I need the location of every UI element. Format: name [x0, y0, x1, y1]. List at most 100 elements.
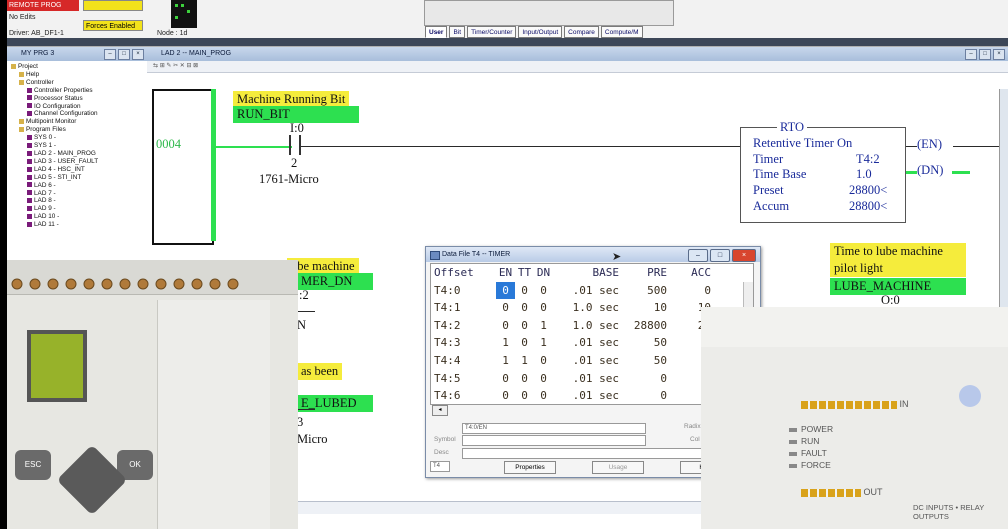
close-icon[interactable]: × [132, 49, 144, 60]
tree-node-icon [27, 206, 32, 212]
output-description-line1: Time to lube machine [834, 244, 943, 258]
table-cell[interactable]: 1 [534, 334, 553, 352]
table-cell[interactable]: 1.0 sec [553, 317, 619, 335]
table-cell[interactable]: T4:6 [431, 387, 496, 405]
tree-item[interactable]: LAD 7 - [11, 190, 147, 198]
tree-item[interactable]: Controller [11, 79, 147, 87]
tab-compare[interactable]: Compare [564, 26, 599, 38]
mode-dropdown-highlight[interactable] [83, 0, 143, 11]
table-cell[interactable]: T4:4 [431, 352, 496, 370]
tab-compute[interactable]: Compute/M [600, 26, 643, 38]
table-cell[interactable]: 0 [534, 387, 553, 405]
tree-item[interactable]: Channel Configuration [11, 110, 147, 118]
tree-item[interactable]: Project [11, 63, 147, 71]
table-cell[interactable]: 1 [496, 352, 515, 370]
table-cell[interactable]: 0 [496, 299, 515, 317]
table-cell[interactable]: 0 [534, 352, 553, 370]
table-cell[interactable]: 0 [515, 334, 534, 352]
table-cell[interactable]: 10 [619, 299, 667, 317]
tab-input-output[interactable]: Input/Output [518, 26, 563, 38]
table-cell[interactable]: 0 [534, 370, 553, 388]
table-cell[interactable]: .01 sec [553, 334, 619, 352]
table-cell[interactable]: 0 [515, 317, 534, 335]
table-cell[interactable]: .01 sec [553, 352, 619, 370]
table-cell[interactable]: 0 [515, 282, 534, 300]
table-cell[interactable]: 0 [496, 370, 515, 388]
table-cell[interactable]: 1 [515, 352, 534, 370]
tree-item[interactable]: Help [11, 71, 147, 79]
tree-item[interactable]: Multipoint Monitor [11, 118, 147, 126]
table-cell[interactable]: T4:5 [431, 370, 496, 388]
tree-item[interactable]: LAD 8 - [11, 197, 147, 205]
table-cell[interactable]: 0 [496, 387, 515, 405]
tab-timer-counter[interactable]: Timer/Counter [467, 26, 517, 38]
table-cell[interactable]: T4:0 [431, 282, 496, 300]
symbol-field[interactable] [462, 435, 646, 446]
table-cell[interactable]: T4:2 [431, 317, 496, 335]
table-cell[interactable]: 500 [619, 282, 667, 300]
table-cell[interactable]: 0 [515, 299, 534, 317]
table-cell[interactable]: 0 [534, 282, 553, 300]
tree-item[interactable]: LAD 9 - [11, 205, 147, 213]
tree-item[interactable]: IO Configuration [11, 103, 147, 111]
table-cell[interactable]: 1 [534, 317, 553, 335]
table-cell[interactable]: 0 [515, 370, 534, 388]
instruction-toolbar[interactable] [424, 0, 674, 26]
tree-item[interactable]: Program Files [11, 126, 147, 134]
table-cell[interactable]: 0 [534, 299, 553, 317]
tree-item[interactable]: LAD 11 - [11, 221, 147, 229]
scroll-left-icon[interactable]: ◂ [432, 405, 448, 416]
rto-instruction[interactable]: RTO Retentive Timer On Timer T4:2 Time B… [740, 120, 906, 223]
tree-item[interactable]: LAD 3 - USER_FAULT [11, 158, 147, 166]
table-cell[interactable]: 50 [619, 334, 667, 352]
maximize-icon[interactable]: □ [118, 49, 130, 60]
close-icon[interactable]: × [993, 49, 1005, 60]
table-cell[interactable]: T4:3 [431, 334, 496, 352]
table-cell[interactable]: 0 [667, 282, 715, 300]
tree-item[interactable]: Controller Properties [11, 87, 147, 95]
table-cell[interactable]: 0 [496, 281, 515, 300]
tree-item[interactable]: LAD 10 - [11, 213, 147, 221]
tree-item[interactable]: LAD 2 - MAIN_PROG [11, 150, 147, 158]
tree-item[interactable]: Processor Status [11, 95, 147, 103]
horizontal-scrollbar[interactable] [297, 501, 701, 514]
table-cell[interactable]: .01 sec [553, 387, 619, 405]
tree-item[interactable]: LAD 4 - HSC_INT [11, 166, 147, 174]
table-cell[interactable]: T4:1 [431, 299, 496, 317]
table-cell[interactable]: 0 [619, 370, 667, 388]
maximize-icon[interactable]: □ [710, 249, 730, 262]
rung-select-box[interactable] [152, 89, 214, 245]
table-cell[interactable]: 50 [619, 352, 667, 370]
ladder-toolbar[interactable]: ⇆ ⊞ ✎ ✂ ✕ ⊟ ⊠ [147, 61, 1008, 73]
dialog-title: Data File T4 -- TIMER [442, 251, 511, 258]
tree-item[interactable]: SYS 0 - [11, 134, 147, 142]
tree-item[interactable]: SYS 1 - [11, 142, 147, 150]
forces-status[interactable]: Forces Enabled [83, 20, 143, 31]
table-cell[interactable]: 1 [496, 334, 515, 352]
tree-item[interactable]: LAD 6 - [11, 182, 147, 190]
table-cell[interactable]: .01 sec [553, 282, 619, 300]
table-cell[interactable]: 0 [496, 317, 515, 335]
esc-button[interactable]: ESC [15, 450, 51, 480]
tab-user[interactable]: User [425, 26, 448, 38]
properties-button[interactable]: Properties [504, 461, 556, 474]
maximize-icon[interactable]: □ [979, 49, 991, 60]
minimize-icon[interactable]: – [688, 249, 708, 262]
minimize-icon[interactable]: – [104, 49, 116, 60]
minimize-icon[interactable]: – [965, 49, 977, 60]
file-field[interactable]: T4 [430, 461, 450, 472]
table-cell[interactable]: .01 sec [553, 370, 619, 388]
table-cell[interactable]: 0 [515, 387, 534, 405]
table-row[interactable]: T4:0 0 0 0.01 sec 500 0 [431, 281, 753, 300]
table-cell[interactable]: 0 [619, 387, 667, 405]
tree-item-label: LAD 7 - [34, 189, 56, 197]
tab-bit[interactable]: Bit [449, 26, 466, 38]
table-cell[interactable]: 28800 [619, 317, 667, 335]
table-cell[interactable]: 1.0 sec [553, 299, 619, 317]
mode-status[interactable]: REMOTE PROG [7, 0, 79, 11]
tree-item[interactable]: LAD 5 - STI_INT [11, 174, 147, 182]
usage-button[interactable]: Usage [592, 461, 644, 474]
close-icon[interactable]: × [732, 249, 756, 262]
dialog-titlebar[interactable]: Data File T4 -- TIMER – □ × [426, 247, 760, 262]
address-field[interactable]: T4:0/EN [462, 423, 646, 434]
